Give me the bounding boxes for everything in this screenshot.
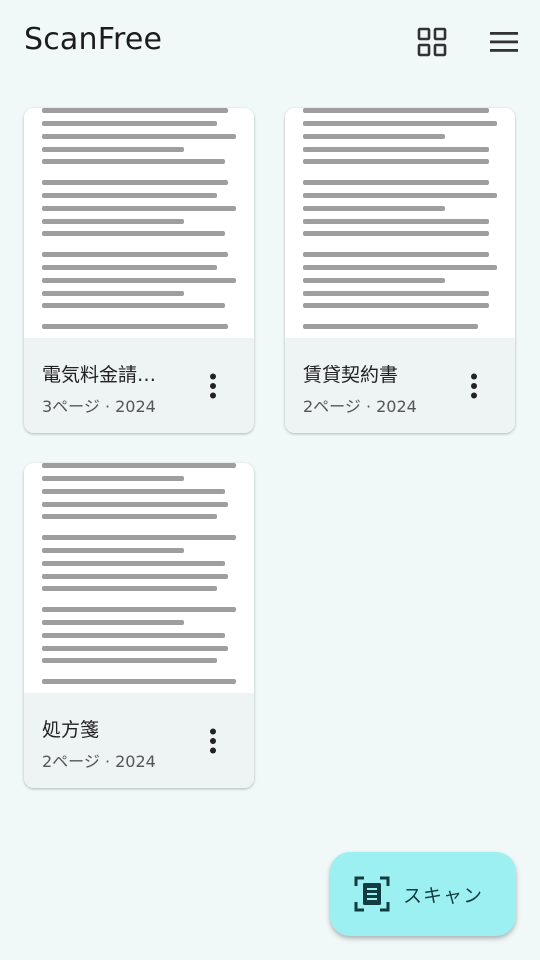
more-vert-icon (210, 728, 216, 754)
more-vert-icon (210, 373, 216, 399)
document-meta: 2ページ · 2024 (42, 752, 156, 771)
document-title: 電気料金請求書 (42, 364, 172, 386)
document-card[interactable]: 処方箋 2ページ · 2024 (24, 463, 254, 788)
document-thumbnail (24, 108, 254, 338)
app-root: ScanFree 電気料金請求書 3ページ · 2024 賃貸契約書 2ページ … (0, 0, 540, 960)
document-card[interactable]: 電気料金請求書 3ページ · 2024 (24, 108, 254, 433)
document-meta: 3ページ · 2024 (42, 397, 156, 416)
more-options-button[interactable] (199, 368, 227, 404)
more-options-button[interactable] (199, 723, 227, 759)
document-preview-lines (42, 108, 236, 329)
document-thumbnail (285, 108, 515, 338)
card-footer: 処方箋 2ページ · 2024 (24, 693, 254, 788)
document-title: 賃貸契約書 (303, 364, 399, 386)
hamburger-menu-icon (490, 32, 518, 52)
top-app-bar: ScanFree (0, 0, 540, 86)
card-footer: 賃貸契約書 2ページ · 2024 (285, 338, 515, 433)
scan-fab-button[interactable]: スキャン (330, 852, 516, 936)
app-title: ScanFree (24, 22, 163, 57)
menu-button[interactable] (486, 24, 522, 60)
document-scanner-icon (354, 876, 390, 912)
document-card[interactable]: 賃貸契約書 2ページ · 2024 (285, 108, 515, 433)
document-preview-lines (42, 463, 236, 684)
card-footer: 電気料金請求書 3ページ · 2024 (24, 338, 254, 433)
document-thumbnail (24, 463, 254, 693)
more-options-button[interactable] (460, 368, 488, 404)
document-meta: 2ページ · 2024 (303, 397, 417, 416)
document-preview-lines (303, 108, 497, 329)
scan-fab-label: スキャン (403, 885, 484, 907)
document-title: 処方箋 (42, 719, 100, 741)
grid-view-button[interactable] (414, 24, 450, 60)
more-vert-icon (471, 373, 477, 399)
grid-view-icon (417, 27, 447, 57)
